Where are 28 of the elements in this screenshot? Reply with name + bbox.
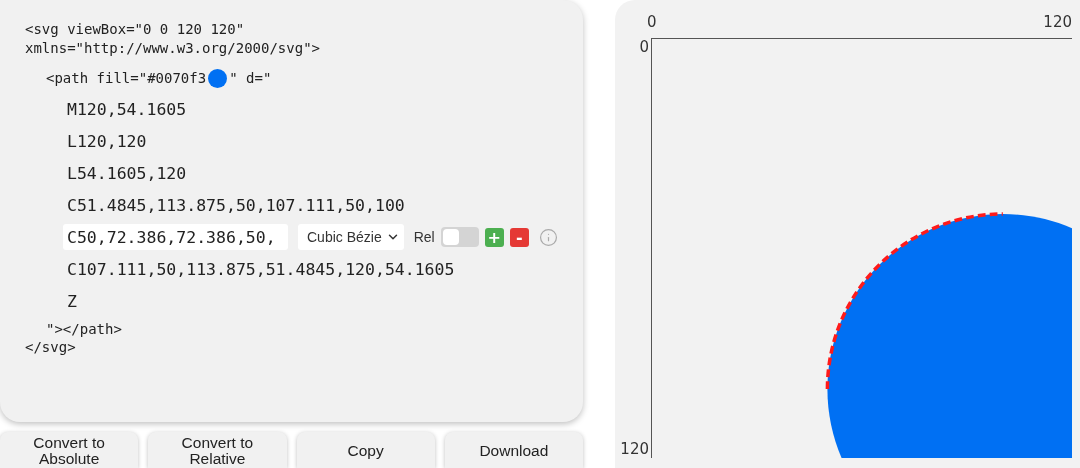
action-button[interactable]: Download: [444, 432, 583, 468]
code-line: <path fill=": [46, 70, 148, 86]
code-line: <svg viewBox="0 0 120 120": [25, 20, 246, 39]
segment-type-select[interactable]: Cubic Bézie: [298, 224, 404, 250]
remove-button[interactable]: -: [509, 227, 529, 247]
action-button[interactable]: Copy: [296, 432, 435, 468]
path-command[interactable]: M120,54.1605: [67, 99, 187, 119]
axis-label: 120: [620, 440, 649, 458]
relative-toggle[interactable]: [440, 227, 479, 247]
axis-label: 0: [639, 38, 649, 56]
command-input[interactable]: C50,72.386,72.386,50,: [63, 224, 288, 250]
path-command[interactable]: L54.1605,120: [67, 163, 187, 183]
path-command[interactable]: L120,120: [67, 131, 147, 151]
color-swatch[interactable]: [208, 68, 228, 88]
code-line: xmlns="http://www.w3.org/2000/svg">: [25, 39, 321, 58]
code-line: </svg>: [25, 338, 77, 357]
code-line: "></path>: [46, 320, 122, 337]
path-command[interactable]: Z: [67, 291, 77, 311]
action-button[interactable]: Convert to Relative: [148, 432, 287, 468]
path-command[interactable]: C107.111,50,113.875,51.4845,120,54.1605: [67, 259, 455, 279]
code-line: " d=": [229, 70, 272, 86]
path-command[interactable]: C51.4845,113.875,50,107.111,50,100: [67, 195, 405, 215]
axis-label: 0: [647, 14, 657, 31]
action-button[interactable]: Convert to Absolute: [0, 432, 139, 468]
rel-label: Rel: [413, 229, 435, 245]
fill-value[interactable]: #0070f3: [147, 70, 207, 86]
axis-label: 120: [1043, 14, 1072, 31]
info-icon[interactable]: [538, 227, 558, 247]
